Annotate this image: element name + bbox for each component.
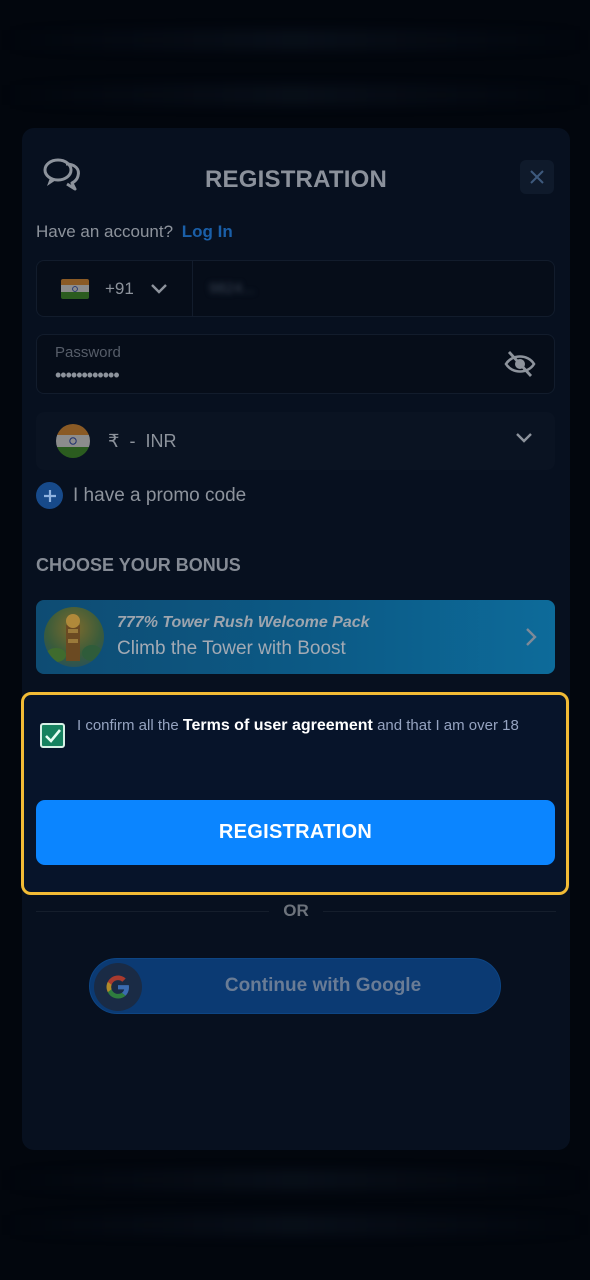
- terms-suffix: and that I am over 18: [377, 717, 519, 734]
- bonus-subtitle: Climb the Tower with Boost: [117, 638, 346, 659]
- terms-prefix: I confirm all the: [77, 717, 179, 734]
- google-button-label: Continue with Google: [224, 975, 422, 996]
- plus-icon: [36, 482, 63, 509]
- close-button[interactable]: [520, 160, 554, 194]
- registration-modal: REGISTRATION Have an account? Log In +91…: [21, 128, 570, 1150]
- india-flag-icon: [56, 424, 90, 458]
- phone-number-value: 9824...: [209, 280, 255, 297]
- background-blur: [0, 1215, 590, 1235]
- password-label: Password: [55, 344, 121, 361]
- currency-separator: -: [129, 430, 136, 451]
- divider-line: [322, 910, 556, 912]
- bonus-title: 777% Tower Rush Welcome Pack: [117, 614, 370, 631]
- promo-code-label: I have a promo code: [73, 484, 247, 506]
- have-account-line: Have an account? Log In: [36, 222, 233, 242]
- terms-checkbox[interactable]: [40, 723, 65, 748]
- modal-title: REGISTRATION: [205, 166, 387, 193]
- google-icon: [94, 963, 142, 1011]
- check-icon: [44, 728, 61, 743]
- agreement-section: I confirm all the Terms of user agreemen…: [21, 692, 569, 895]
- password-field[interactable]: Password ••••••••••••: [36, 334, 555, 394]
- background-blur: [0, 1170, 590, 1190]
- phone-number-input[interactable]: 9824...: [193, 261, 554, 316]
- terms-text: I confirm all the Terms of user agreemen…: [77, 715, 557, 737]
- country-code-selector[interactable]: +91: [37, 261, 193, 316]
- currency-label: ₹ - INR: [108, 431, 176, 452]
- registration-button[interactable]: REGISTRATION: [36, 800, 555, 865]
- currency-selector[interactable]: ₹ - INR: [36, 412, 555, 470]
- eye-off-icon[interactable]: [504, 349, 536, 379]
- india-flag-icon: [61, 278, 89, 299]
- phone-field[interactable]: +91 9824...: [36, 260, 555, 317]
- chevron-down-icon: [150, 283, 167, 294]
- close-icon: [530, 170, 544, 184]
- currency-code: INR: [145, 430, 177, 451]
- bonus-image: [44, 607, 104, 667]
- background-blur: [0, 85, 590, 105]
- google-signin-button[interactable]: Continue with Google: [89, 958, 501, 1014]
- bonus-card[interactable]: 777% Tower Rush Welcome Pack Climb the T…: [36, 600, 555, 674]
- or-label: OR: [283, 901, 309, 920]
- country-code: +91: [105, 278, 134, 298]
- divider-line: [36, 910, 270, 912]
- login-link[interactable]: Log In: [182, 222, 233, 241]
- password-value: ••••••••••••: [55, 365, 120, 385]
- or-divider: OR: [36, 900, 556, 922]
- have-account-text: Have an account?: [36, 222, 174, 241]
- promo-code-toggle[interactable]: I have a promo code: [36, 482, 246, 509]
- bonus-heading: CHOOSE YOUR BONUS: [36, 555, 241, 575]
- background-blur: [0, 30, 590, 50]
- chevron-down-icon: [516, 433, 532, 443]
- terms-link[interactable]: Terms of user agreement: [183, 717, 373, 734]
- currency-symbol: ₹: [108, 430, 120, 451]
- chevron-right-icon: [526, 628, 537, 646]
